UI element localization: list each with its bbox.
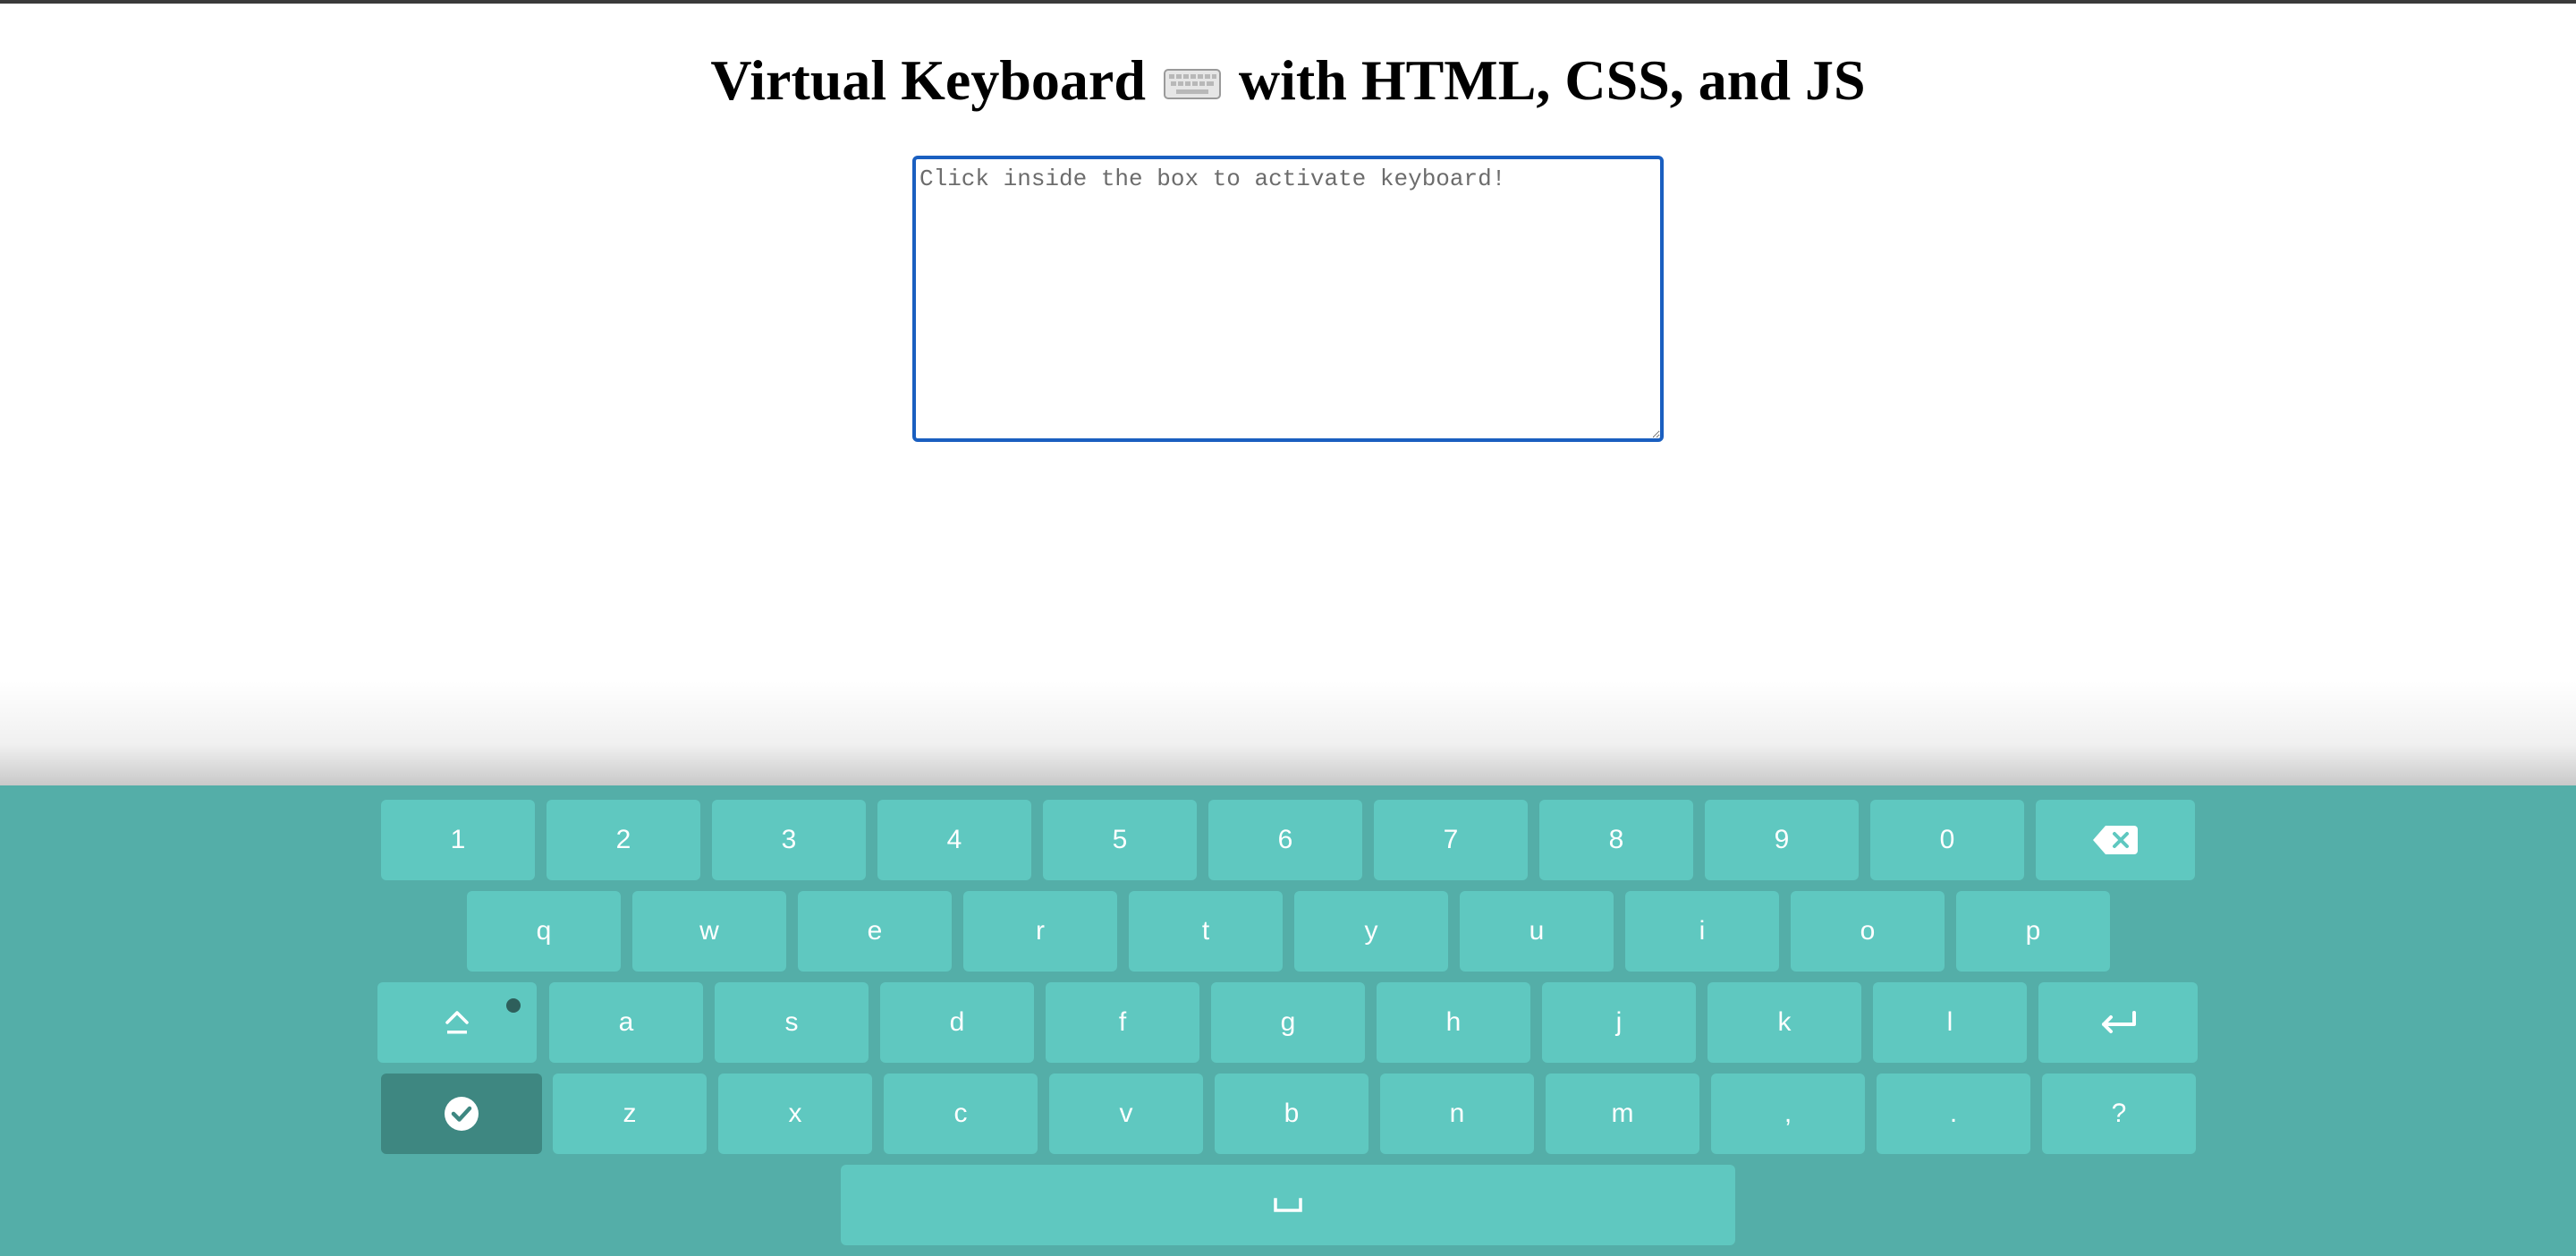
key-l[interactable]: l bbox=[1873, 982, 2027, 1063]
key-t[interactable]: t bbox=[1129, 891, 1283, 972]
key-x[interactable]: x bbox=[718, 1074, 872, 1154]
page-title: Virtual Keyboard with HTML, CSS, and JS bbox=[0, 45, 2576, 122]
key-9[interactable]: 9 bbox=[1705, 800, 1859, 880]
key-2[interactable]: 2 bbox=[547, 800, 700, 880]
caps-indicator bbox=[506, 998, 521, 1013]
key-v[interactable]: v bbox=[1049, 1074, 1203, 1154]
space-icon bbox=[1273, 1196, 1303, 1214]
keyboard-row-qwerty: q w e r t y u i o p bbox=[0, 891, 2576, 972]
text-input-area[interactable] bbox=[912, 156, 1664, 442]
key-question[interactable]: ? bbox=[2042, 1074, 2196, 1154]
enter-key[interactable] bbox=[2038, 982, 2198, 1063]
key-j[interactable]: j bbox=[1542, 982, 1696, 1063]
key-0[interactable]: 0 bbox=[1870, 800, 2024, 880]
keyboard-row-bottom: z x c v b n m , . ? bbox=[0, 1074, 2576, 1154]
done-check-icon bbox=[444, 1096, 479, 1132]
key-e[interactable]: e bbox=[798, 891, 952, 972]
key-q[interactable]: q bbox=[467, 891, 621, 972]
key-z[interactable]: z bbox=[553, 1074, 707, 1154]
keyboard-row-digits: 1 2 3 4 5 6 7 8 9 0 bbox=[0, 800, 2576, 880]
key-1[interactable]: 1 bbox=[381, 800, 535, 880]
key-4[interactable]: 4 bbox=[877, 800, 1031, 880]
caps-lock-key[interactable] bbox=[377, 982, 537, 1063]
done-key[interactable] bbox=[381, 1074, 542, 1154]
key-period[interactable]: . bbox=[1877, 1074, 2030, 1154]
key-y[interactable]: y bbox=[1294, 891, 1448, 972]
virtual-keyboard: 1 2 3 4 5 6 7 8 9 0 q w e r t y u i o p bbox=[0, 785, 2576, 1256]
key-b[interactable]: b bbox=[1215, 1074, 1368, 1154]
key-p[interactable]: p bbox=[1956, 891, 2110, 972]
caps-lock-icon bbox=[445, 1009, 470, 1036]
key-i[interactable]: i bbox=[1625, 891, 1779, 972]
key-w[interactable]: w bbox=[632, 891, 786, 972]
keyboard-shadow bbox=[0, 680, 2576, 787]
page-title-part2: with HTML, CSS, and JS bbox=[1238, 48, 1866, 112]
key-n[interactable]: n bbox=[1380, 1074, 1534, 1154]
backspace-icon bbox=[2093, 826, 2138, 854]
key-g[interactable]: g bbox=[1211, 982, 1365, 1063]
key-k[interactable]: k bbox=[1707, 982, 1861, 1063]
key-a[interactable]: a bbox=[549, 982, 703, 1063]
space-key[interactable] bbox=[841, 1165, 1735, 1245]
page-title-part1: Virtual Keyboard bbox=[710, 48, 1146, 112]
key-7[interactable]: 7 bbox=[1374, 800, 1528, 880]
keyboard-row-space bbox=[0, 1165, 2576, 1245]
key-d[interactable]: d bbox=[880, 982, 1034, 1063]
backspace-key[interactable] bbox=[2036, 800, 2195, 880]
key-h[interactable]: h bbox=[1377, 982, 1530, 1063]
key-3[interactable]: 3 bbox=[712, 800, 866, 880]
key-r[interactable]: r bbox=[963, 891, 1117, 972]
key-f[interactable]: f bbox=[1046, 982, 1199, 1063]
key-6[interactable]: 6 bbox=[1208, 800, 1362, 880]
key-u[interactable]: u bbox=[1460, 891, 1614, 972]
key-o[interactable]: o bbox=[1791, 891, 1945, 972]
top-border bbox=[0, 0, 2576, 4]
key-s[interactable]: s bbox=[715, 982, 869, 1063]
key-5[interactable]: 5 bbox=[1043, 800, 1197, 880]
key-8[interactable]: 8 bbox=[1539, 800, 1693, 880]
key-c[interactable]: c bbox=[884, 1074, 1038, 1154]
key-comma[interactable]: , bbox=[1711, 1074, 1865, 1154]
keyboard-emoji-icon bbox=[1163, 45, 1221, 116]
key-m[interactable]: m bbox=[1546, 1074, 1699, 1154]
keyboard-row-home: a s d f g h j k l bbox=[0, 982, 2576, 1063]
enter-icon bbox=[2098, 1010, 2138, 1035]
